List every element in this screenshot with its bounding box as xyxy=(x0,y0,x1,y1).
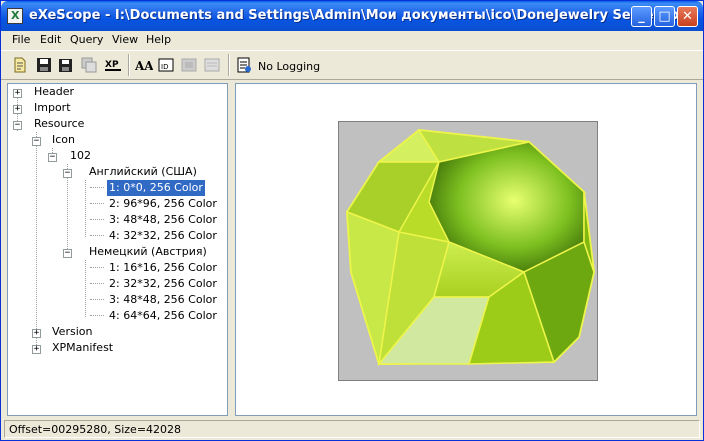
collapse-toggle-102[interactable]: − xyxy=(48,153,57,162)
svg-text:ID: ID xyxy=(161,63,168,71)
close-icon: ✕ xyxy=(682,9,693,24)
tree-node-import[interactable]: Import xyxy=(34,100,71,116)
tree-node-lang2[interactable]: Немецкий (Австрия) xyxy=(89,244,207,260)
maximize-icon: □ xyxy=(658,9,671,24)
tree-node-version[interactable]: Version xyxy=(52,324,92,340)
collapse-toggle-lang1[interactable]: − xyxy=(63,169,72,178)
tree-node-102[interactable]: 102 xyxy=(70,148,91,164)
menu-icon[interactable] xyxy=(204,57,220,73)
window-title: eXeScope - I:\Documents and Settings\Adm… xyxy=(29,8,691,23)
tree-line xyxy=(90,267,104,268)
dialog-icon[interactable]: ID xyxy=(158,57,174,73)
expand-toggle-xpmanifest[interactable]: + xyxy=(32,345,41,354)
font-icon[interactable]: AA xyxy=(135,57,153,73)
menu-edit[interactable]: Edit xyxy=(40,33,61,46)
tree-line xyxy=(85,180,86,237)
menu-file[interactable]: File xyxy=(12,33,30,46)
tree-node-lang2-item[interactable]: 1: 16*16, 256 Color xyxy=(109,260,217,276)
tree-line xyxy=(90,219,104,220)
collapse-toggle-resource[interactable]: − xyxy=(13,121,22,130)
logging-status-label: No Logging xyxy=(258,60,321,73)
expand-toggle-version[interactable]: + xyxy=(32,329,41,338)
svg-text:AA: AA xyxy=(135,59,153,73)
toolbar: XP AA ID No Logging xyxy=(1,50,703,80)
save-all-icon[interactable] xyxy=(58,57,74,73)
tree-node-lang2-item[interactable]: 2: 32*32, 256 Color xyxy=(109,276,217,292)
tree-node-lang2-item[interactable]: 4: 64*64, 256 Color xyxy=(109,308,217,324)
tree-line xyxy=(90,315,104,316)
tree-line xyxy=(85,260,86,317)
resource-preview-panel xyxy=(235,83,697,416)
svg-text:XP: XP xyxy=(105,60,119,70)
tree-node-lang1-item[interactable]: 2: 96*96, 256 Color xyxy=(109,196,217,212)
close-button[interactable]: ✕ xyxy=(677,6,698,27)
logging-icon[interactable] xyxy=(236,57,252,73)
application-window: eXeScope - I:\Documents and Settings\Adm… xyxy=(0,0,704,441)
tree-node-lang1-item[interactable]: 4: 32*32, 256 Color xyxy=(109,228,217,244)
tree-line xyxy=(90,235,104,236)
minimize-icon: _ xyxy=(638,9,645,24)
tree-line xyxy=(90,203,104,204)
expand-toggle-import[interactable]: + xyxy=(13,105,22,114)
collapse-toggle-lang2[interactable]: − xyxy=(63,249,72,258)
gem-icon xyxy=(345,128,596,367)
toolbar-separator xyxy=(228,54,230,76)
toolbar-separator xyxy=(128,54,130,76)
tree-node-lang1[interactable]: Английский (США) xyxy=(89,164,197,180)
menu-help[interactable]: Help xyxy=(146,33,171,46)
status-offset-size: Offset=00295280, Size=42028 xyxy=(9,423,182,436)
title-bar[interactable]: eXeScope - I:\Documents and Settings\Adm… xyxy=(1,1,703,31)
menu-bar: File Edit Query View Help xyxy=(1,31,703,49)
tree-line xyxy=(90,187,104,188)
tree-node-xpmanifest[interactable]: XPManifest xyxy=(52,340,113,356)
tree-line xyxy=(90,283,104,284)
app-icon[interactable] xyxy=(7,8,23,24)
collapse-toggle-icon[interactable]: − xyxy=(32,137,41,146)
menu-view[interactable]: View xyxy=(112,33,138,46)
image-icon[interactable] xyxy=(181,57,197,73)
tree-node-resource[interactable]: Resource xyxy=(34,116,84,132)
menu-query[interactable]: Query xyxy=(70,33,103,46)
export-icon[interactable] xyxy=(81,57,97,73)
icon-preview-frame xyxy=(338,121,598,381)
tree-node-header[interactable]: Header xyxy=(34,84,74,100)
resource-tree[interactable]: + Header + Import − Resource − Icon − 10… xyxy=(7,83,228,416)
tree-node-lang1-item[interactable]: 1: 0*0, 256 Color xyxy=(107,180,205,196)
maximize-button[interactable]: □ xyxy=(654,6,675,27)
tree-line xyxy=(36,132,37,347)
minimize-button[interactable]: _ xyxy=(631,6,652,27)
tree-line xyxy=(90,299,104,300)
tree-node-icon[interactable]: Icon xyxy=(52,132,75,148)
expand-toggle-header[interactable]: + xyxy=(13,89,22,98)
open-file-icon[interactable] xyxy=(12,57,28,73)
tree-node-lang2-item[interactable]: 3: 48*48, 256 Color xyxy=(109,292,217,308)
status-bar: Offset=00295280, Size=42028 xyxy=(4,420,700,438)
save-icon[interactable] xyxy=(36,57,52,73)
xp-icon[interactable]: XP xyxy=(104,57,122,73)
tree-node-lang1-item[interactable]: 3: 48*48, 256 Color xyxy=(109,212,217,228)
